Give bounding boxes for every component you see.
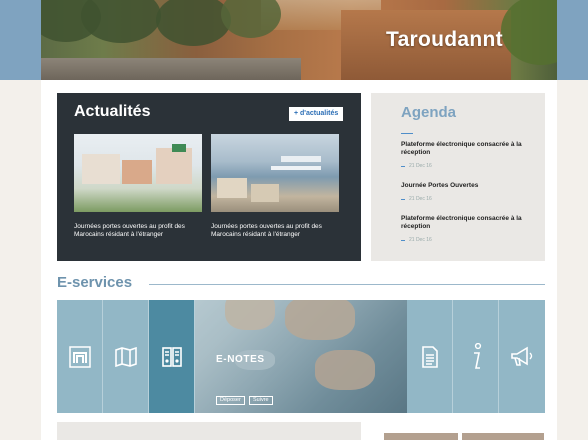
event-title[interactable]: Plateforme électronique consacrée à la r… — [401, 141, 531, 157]
agenda-event[interactable]: Journée Portes Ouvertes 21 Dec 16 — [401, 182, 531, 202]
city-title: Taroudannt — [386, 28, 503, 51]
documents-icon — [161, 346, 182, 367]
event-title[interactable]: Journée Portes Ouvertes — [401, 182, 531, 190]
event-date: 21 Dec 16 — [401, 163, 531, 169]
follow-button[interactable]: Suivre — [249, 396, 273, 405]
document-icon — [421, 345, 438, 368]
bottom-tab — [384, 433, 458, 440]
news-image[interactable] — [211, 134, 339, 212]
megaphone-icon — [511, 346, 533, 366]
agenda-title: Agenda — [401, 104, 457, 121]
event-title[interactable]: Plateforme électronique consacrée à la r… — [401, 215, 531, 231]
more-news-button[interactable]: + d'actualités — [289, 107, 344, 121]
page: Taroudannt Actualités + d'actualités Jou… — [41, 0, 557, 440]
news-card[interactable]: Journées portes ouvertes au profit des M… — [74, 134, 202, 239]
hero-banner: Taroudannt — [41, 0, 557, 80]
agenda-divider — [401, 133, 413, 134]
e-notes-label: E-NOTES — [216, 354, 265, 365]
news-caption: Journées portes ouvertes au profit des M… — [74, 223, 185, 238]
eservice-tile-announcement[interactable] — [499, 300, 545, 413]
eservice-tile-info[interactable] — [453, 300, 499, 413]
e-notes-feature[interactable]: E-NOTES Déposer Suivre — [195, 300, 407, 413]
n-logo-icon — [68, 345, 91, 368]
bottom-panel — [57, 422, 361, 440]
info-icon — [473, 342, 481, 369]
agenda-event[interactable]: Plateforme électronique consacrée à la r… — [401, 215, 531, 243]
left-side-band — [0, 0, 41, 80]
event-date: 21 Dec 16 — [401, 196, 531, 202]
news-panel: Actualités + d'actualités Journées porte… — [57, 93, 361, 261]
eservices-divider — [149, 284, 545, 285]
deposit-button[interactable]: Déposer — [216, 396, 245, 405]
event-date: 21 Dec 16 — [401, 237, 531, 243]
news-title: Actualités — [74, 103, 151, 120]
eservice-tile-map[interactable] — [103, 300, 149, 413]
eservice-tile-document[interactable] — [407, 300, 453, 413]
bottom-tab — [462, 433, 544, 440]
agenda-panel: Agenda Plateforme électronique consacrée… — [371, 93, 545, 261]
right-side-band — [557, 0, 588, 80]
eservice-tile-documents[interactable] — [149, 300, 195, 413]
news-caption: Journées portes ouvertes au profit des M… — [211, 223, 322, 238]
eservice-tile-n[interactable] — [57, 300, 103, 413]
news-card[interactable]: Journées portes ouvertes au profit des M… — [211, 134, 339, 239]
eservices-title: E-services — [57, 274, 133, 291]
agenda-event[interactable]: Plateforme électronique consacrée à la r… — [401, 141, 531, 169]
map-icon — [114, 346, 137, 367]
eservices-strip: E-NOTES Déposer Suivre — [57, 300, 545, 413]
news-image[interactable] — [74, 134, 202, 212]
